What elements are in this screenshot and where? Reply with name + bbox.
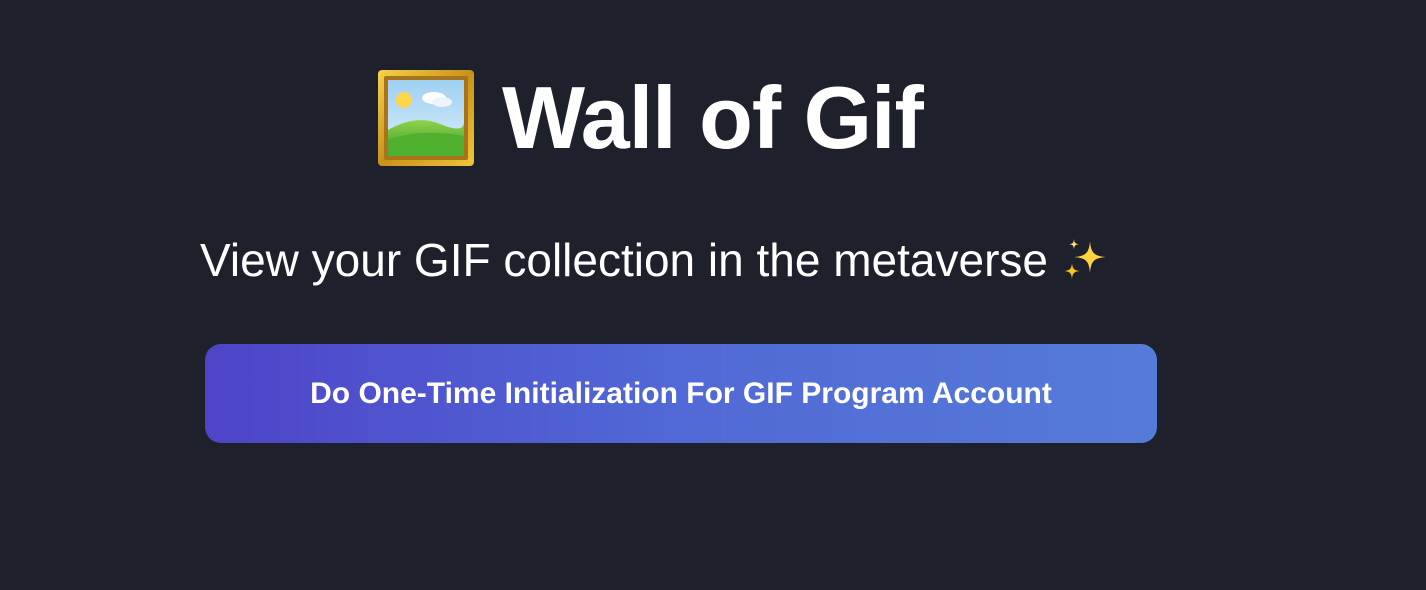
framed-picture-icon [378, 70, 474, 166]
page-subtitle: View your GIF collection in the metavers… [200, 234, 1048, 286]
subtitle-row: View your GIF collection in the metavers… [200, 230, 1110, 290]
page-header: Wall of Gif [376, 66, 924, 170]
initialize-account-button[interactable]: Do One-Time Initialization For GIF Progr… [205, 344, 1157, 443]
sparkles-icon [1063, 239, 1106, 279]
page-title: Wall of Gif [502, 68, 924, 167]
